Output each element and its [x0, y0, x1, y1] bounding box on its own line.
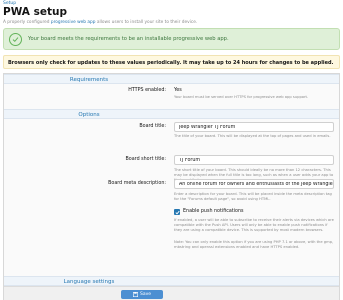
- options-section-header: Options: [4, 109, 339, 119]
- requirements-heading: Requirements: [69, 77, 109, 83]
- options-heading: Options: [78, 112, 100, 118]
- push-notifications-note: Note: You can only enable this option if…: [174, 240, 334, 249]
- push-notifications-label[interactable]: Enable push notifications: [183, 209, 244, 214]
- board-meta-description-value: An online forum for owners and enthusias…: [179, 182, 333, 187]
- save-button[interactable]: Save: [121, 290, 163, 299]
- pwa-link[interactable]: progressive web app: [51, 20, 96, 25]
- board-title-value: Jeep Wrangler TJ Forum: [179, 125, 236, 130]
- language-section-header: Language settings: [4, 276, 339, 286]
- board-short-title-input[interactable]: TJ Forum: [174, 155, 334, 165]
- board-short-title-label: Board short title:: [125, 157, 166, 162]
- update-notice-text: Browsers only check for updates to these…: [8, 60, 334, 66]
- https-label: HTTPS enabled:: [128, 88, 166, 93]
- board-meta-description-label: Board meta description:: [108, 181, 166, 186]
- success-message: Your board meets the requirements to be …: [28, 36, 229, 42]
- board-title-hint: The title of your board. This will be di…: [174, 134, 331, 138]
- success-message-box: Your board meets the requirements to be …: [3, 28, 340, 50]
- page-description: A properly configured progressive web ap…: [3, 20, 197, 25]
- https-value: Yes: [174, 88, 182, 93]
- check-circle-icon: [9, 33, 22, 46]
- page-description-prefix: A properly configured: [3, 20, 51, 25]
- push-notifications-hint: If enabled, a user will be able to subsc…: [174, 218, 334, 232]
- board-meta-description-input[interactable]: An online forum for owners and enthusias…: [174, 179, 334, 189]
- page-title: PWA setup: [3, 6, 67, 18]
- page-description-suffix: allows users to install your site to the…: [95, 20, 198, 25]
- board-short-title-value: TJ Forum: [179, 158, 201, 163]
- requirements-section-header: Requirements: [4, 74, 339, 84]
- push-notifications-checkbox[interactable]: [174, 209, 180, 215]
- board-meta-description-hint: Enter a description for your board. This…: [174, 192, 332, 201]
- update-notice: Browsers only check for updates to these…: [3, 55, 340, 69]
- save-icon: [133, 292, 138, 297]
- https-hint: Your board must be served over HTTPS for…: [174, 95, 309, 99]
- language-heading: Language settings: [63, 279, 115, 285]
- settings-panel: Requirements HTTPS enabled: Yes Your boa…: [3, 73, 340, 300]
- board-title-label: Board title:: [139, 124, 166, 129]
- save-bar: Save: [4, 286, 339, 300]
- board-title-input[interactable]: Jeep Wrangler TJ Forum: [174, 122, 334, 132]
- save-button-label: Save: [140, 292, 152, 297]
